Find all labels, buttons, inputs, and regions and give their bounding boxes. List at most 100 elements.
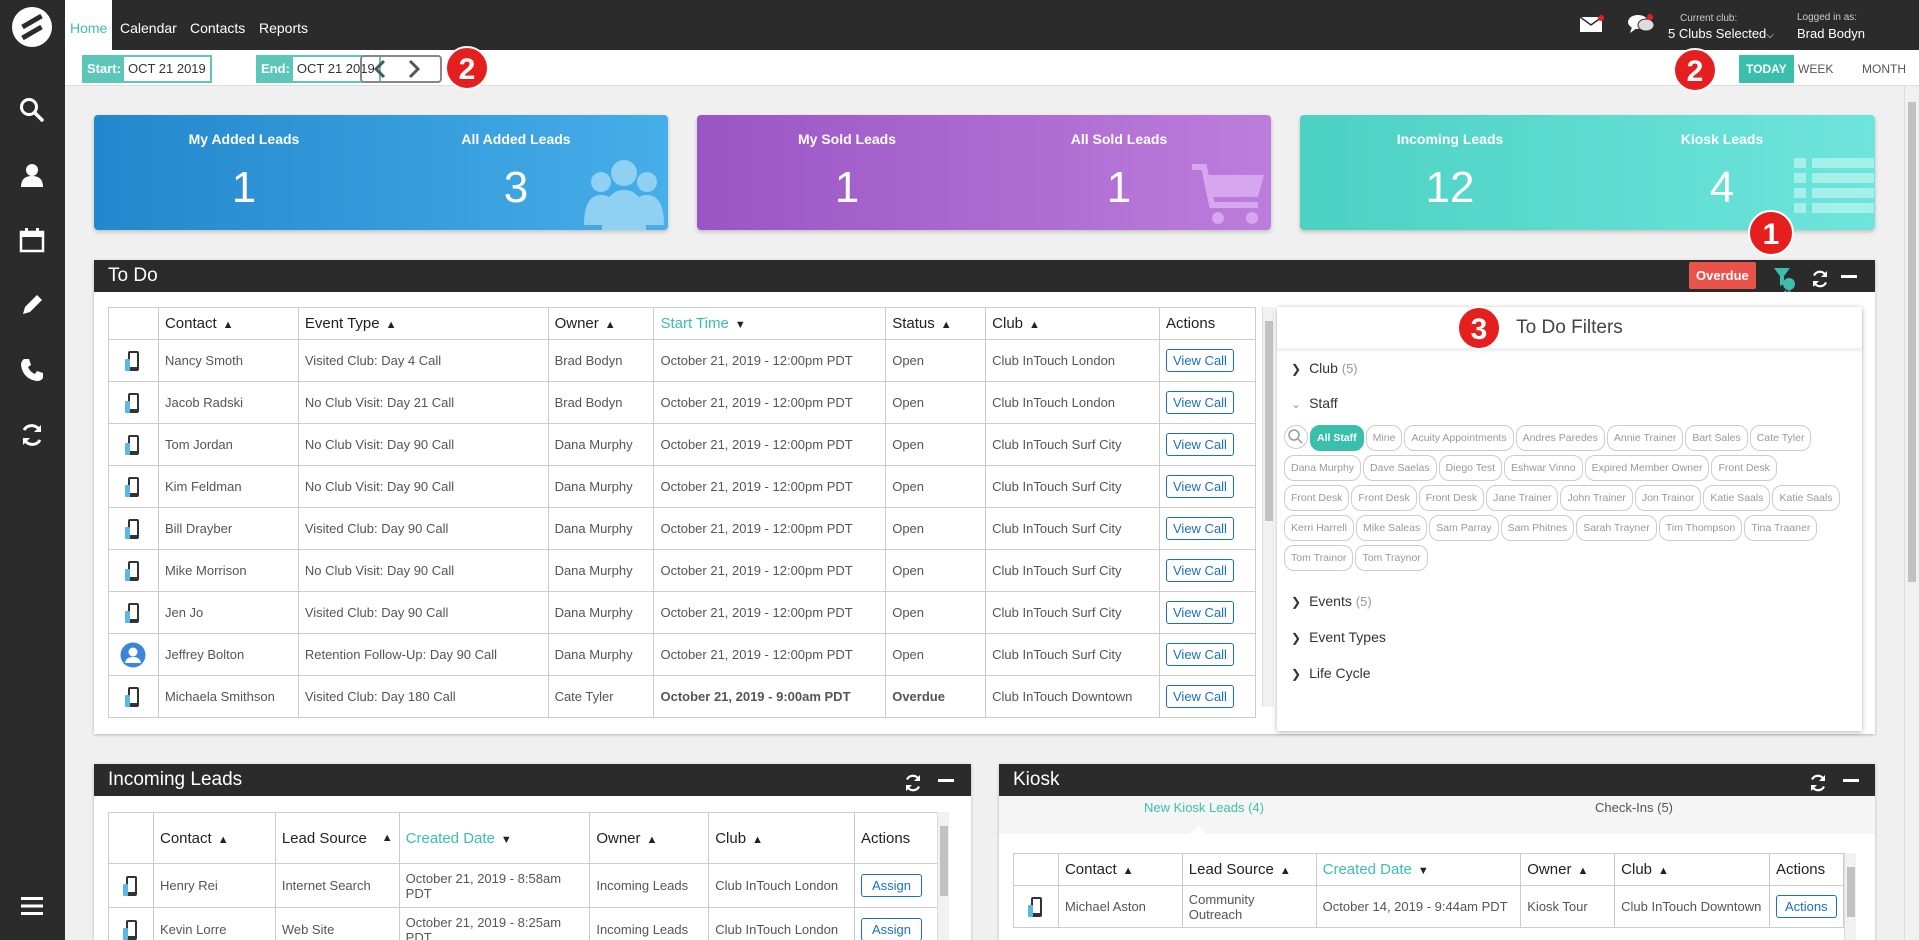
overdue-button[interactable]: Overdue bbox=[1689, 262, 1756, 289]
todo-scrollbar-thumb[interactable] bbox=[1265, 321, 1273, 521]
incoming-contact[interactable]: Henry Rei bbox=[152, 863, 276, 908]
phone-icon[interactable] bbox=[16, 354, 48, 386]
incoming-row[interactable]: Henry Rei Internet Search October 21, 2019… bbox=[108, 863, 939, 908]
staff-chip[interactable]: John Trainer bbox=[1560, 485, 1633, 512]
menu-icon[interactable] bbox=[16, 890, 48, 922]
logged-in-user[interactable]: Brad Bodyn bbox=[1797, 26, 1865, 41]
calendar-icon[interactable] bbox=[16, 224, 48, 256]
todo-contact[interactable]: Tom Jordan bbox=[157, 423, 299, 466]
todo-col-event-type[interactable]: Event Type ▲ bbox=[297, 307, 549, 340]
filter-club[interactable]: ❯ Club (5) bbox=[1291, 360, 1358, 376]
staff-chip[interactable]: Dave Saelas bbox=[1363, 455, 1437, 482]
staff-chip[interactable]: Tom Traynor bbox=[1355, 545, 1428, 572]
chevron-left-icon[interactable] bbox=[372, 59, 388, 84]
filter-staff[interactable]: ⌄ Staff bbox=[1291, 395, 1338, 411]
search-icon[interactable] bbox=[1284, 425, 1308, 449]
chevron-right-icon[interactable] bbox=[406, 59, 422, 84]
todo-col-owner[interactable]: Owner ▲ bbox=[547, 307, 655, 340]
staff-chip[interactable]: All Staff bbox=[1310, 425, 1364, 452]
filter-life-cycle[interactable]: ❯ Life Cycle bbox=[1291, 665, 1371, 681]
kiosk-row[interactable]: Michael Aston Community Outreach October 1… bbox=[1013, 885, 1845, 928]
staff-chip[interactable]: Tina Traaner bbox=[1744, 515, 1818, 542]
staff-chip[interactable]: Eshwar Vinno bbox=[1504, 455, 1583, 482]
page-scrollbar-thumb[interactable] bbox=[1908, 102, 1916, 582]
staff-chip[interactable]: Bart Sales bbox=[1685, 425, 1748, 452]
todo-row[interactable]: Jen Jo Visited Club: Day 90 Call Dana Murp… bbox=[108, 591, 1256, 634]
mail-icon[interactable] bbox=[1579, 15, 1604, 38]
todo-col-club[interactable]: Club ▲ bbox=[985, 307, 1160, 340]
todo-scrollbar[interactable] bbox=[1262, 307, 1274, 707]
incoming-scrollbar[interactable] bbox=[937, 812, 949, 940]
nav-calendar[interactable]: Calendar bbox=[115, 0, 182, 50]
kiosk-col-club[interactable]: Club ▲ bbox=[1614, 853, 1770, 886]
todo-contact[interactable]: Jen Jo bbox=[157, 591, 299, 634]
staff-chip[interactable]: Katie Saals bbox=[1772, 485, 1840, 512]
todo-contact[interactable]: Jacob Radski bbox=[157, 381, 299, 424]
kiosk-col-lead-source[interactable]: Lead Source ▲ bbox=[1181, 853, 1317, 886]
kiosk-contact[interactable]: Michael Aston bbox=[1057, 885, 1183, 928]
incoming-row[interactable]: Kevin Lorre Web Site October 21, 2019 - 8:… bbox=[108, 907, 939, 940]
nav-contacts[interactable]: Contacts bbox=[185, 0, 250, 50]
staff-chip[interactable]: Kerri Harrell bbox=[1284, 515, 1355, 542]
incoming-col-contact[interactable]: Contact ▲ bbox=[152, 812, 276, 864]
filter-events[interactable]: ❯ Events (5) bbox=[1291, 593, 1372, 609]
staff-chip[interactable]: Sarah Trayner bbox=[1576, 515, 1657, 542]
assign-button[interactable]: Assign bbox=[860, 918, 923, 940]
todo-row[interactable]: Jacob Radski No Club Visit: Day 21 Call Br… bbox=[108, 381, 1256, 424]
view-call-button[interactable]: View Call bbox=[1166, 517, 1234, 540]
staff-chip[interactable]: Andres Paredes bbox=[1515, 425, 1605, 452]
staff-chip[interactable]: Katie Saals bbox=[1703, 485, 1771, 512]
staff-chip[interactable]: Mike Saleas bbox=[1356, 515, 1428, 542]
nav-home[interactable]: Home bbox=[65, 0, 113, 50]
staff-chip[interactable]: Jon Trainor bbox=[1634, 485, 1702, 512]
todo-col-status[interactable]: Status ▲ bbox=[885, 307, 987, 340]
staff-chip[interactable]: Front Desk bbox=[1711, 455, 1777, 482]
kiosk-col-owner[interactable]: Owner ▲ bbox=[1520, 853, 1616, 886]
incoming-col-lead-source[interactable]: Lead Source ▲ bbox=[274, 812, 400, 864]
kiosk-scrollbar-thumb[interactable] bbox=[1847, 867, 1855, 917]
incoming-col-created-date[interactable]: Created Date ▼ bbox=[398, 812, 591, 864]
todo-row[interactable]: Tom Jordan No Club Visit: Day 90 Call Dana… bbox=[108, 423, 1256, 466]
current-club-select[interactable]: 5 Clubs Selected⌵ bbox=[1668, 26, 1774, 41]
assign-button[interactable]: Assign bbox=[860, 874, 923, 897]
todo-row[interactable]: Nancy Smoth Visited Club: Day 4 Call Brad … bbox=[108, 339, 1256, 382]
staff-chip[interactable]: Annie Trainer bbox=[1606, 425, 1684, 452]
view-call-button[interactable]: View Call bbox=[1166, 685, 1234, 708]
stat-card-added-leads[interactable]: My Added Leads 1 All Added Leads 3 bbox=[94, 115, 668, 230]
minimize-icon[interactable] bbox=[938, 779, 954, 782]
staff-chip[interactable]: Front Desk bbox=[1418, 485, 1485, 512]
staff-chip[interactable]: Acuity Appointments bbox=[1404, 425, 1514, 452]
staff-chip[interactable]: Cate Tyler bbox=[1749, 425, 1812, 452]
staff-chip[interactable]: Tom Trainor bbox=[1284, 545, 1354, 572]
todo-contact[interactable]: Michaela Smithson bbox=[157, 675, 299, 718]
filter-event-types[interactable]: ❯ Event Types bbox=[1291, 629, 1386, 645]
todo-row[interactable]: Bill Drayber Visited Club: Day 90 Call Dan… bbox=[108, 507, 1256, 550]
chat-icon[interactable] bbox=[1627, 13, 1655, 40]
view-call-button[interactable]: View Call bbox=[1166, 475, 1234, 498]
user-icon[interactable] bbox=[16, 159, 48, 191]
view-call-button[interactable]: View Call bbox=[1166, 391, 1234, 414]
app-logo[interactable] bbox=[12, 7, 52, 47]
minimize-icon[interactable] bbox=[1843, 779, 1859, 782]
kiosk-scrollbar[interactable] bbox=[1844, 853, 1856, 940]
start-date-value[interactable]: OCT 21 2019 bbox=[124, 57, 210, 81]
stat-card-sold-leads[interactable]: My Sold Leads 1 All Sold Leads 1 bbox=[697, 115, 1271, 230]
incoming-contact[interactable]: Kevin Lorre bbox=[152, 907, 276, 940]
view-call-button[interactable]: View Call bbox=[1166, 433, 1234, 456]
staff-chip[interactable]: Expired Member Owner bbox=[1584, 455, 1710, 482]
kiosk-col-contact[interactable]: Contact ▲ bbox=[1057, 853, 1183, 886]
refresh-icon[interactable] bbox=[1811, 267, 1829, 299]
minimize-icon[interactable] bbox=[1841, 275, 1857, 278]
search-icon[interactable] bbox=[16, 94, 48, 126]
range-week-button[interactable]: WEEK bbox=[1791, 55, 1840, 83]
view-call-button[interactable]: View Call bbox=[1166, 643, 1234, 666]
actions-button[interactable]: Actions bbox=[1775, 895, 1837, 918]
staff-chip[interactable]: Front Desk bbox=[1284, 485, 1350, 512]
staff-chip[interactable]: Diego Test bbox=[1438, 455, 1502, 482]
todo-row[interactable]: Jeffrey Bolton Retention Follow-Up: Day 9… bbox=[108, 633, 1256, 676]
range-month-button[interactable]: MONTH bbox=[1855, 55, 1913, 83]
todo-contact[interactable]: Nancy Smoth bbox=[157, 339, 299, 382]
start-date-field[interactable]: Start: OCT 21 2019 bbox=[82, 55, 212, 83]
todo-contact[interactable]: Jeffrey Bolton bbox=[157, 633, 299, 676]
range-today-button[interactable]: TODAY bbox=[1739, 55, 1794, 83]
